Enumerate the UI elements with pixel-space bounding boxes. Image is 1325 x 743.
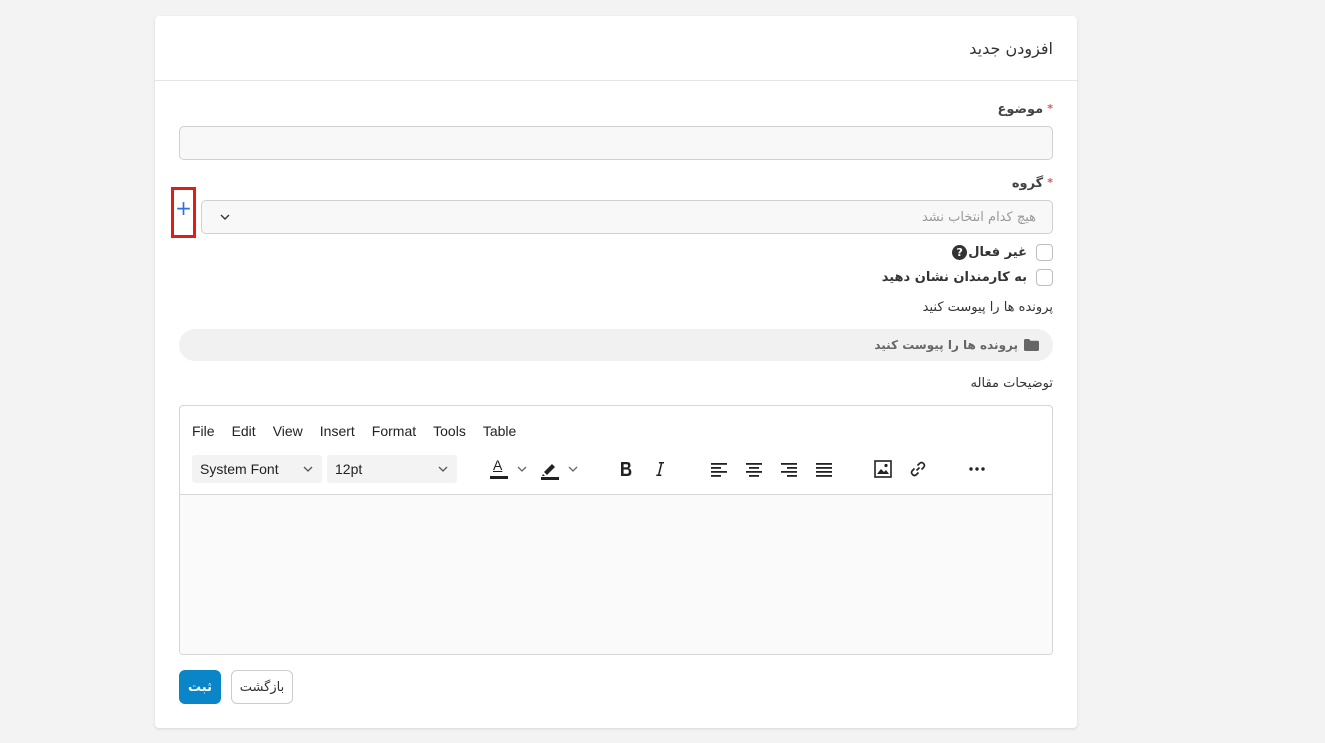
inactive-label: غیر فعال (968, 245, 1027, 260)
back-button[interactable]: بازگشت (231, 670, 293, 704)
attachments-label: پرونده ها را پیوست کنید (922, 300, 1053, 315)
attach-files-button[interactable]: پرونده ها را پیوست کنید (179, 329, 1053, 361)
chevron-down-icon (220, 214, 230, 220)
chevron-down-icon (568, 466, 578, 472)
menu-tools[interactable]: Tools (433, 423, 466, 439)
plus-icon: + (175, 196, 192, 220)
text-color-button[interactable]: A (487, 455, 511, 483)
italic-icon (656, 462, 664, 476)
subject-input[interactable] (179, 126, 1053, 160)
bold-icon (621, 462, 632, 476)
align-right-icon (781, 463, 797, 477)
align-left-icon (711, 463, 727, 477)
add-group-button[interactable]: + (171, 187, 196, 238)
chevron-down-icon (517, 466, 527, 472)
rich-text-editor: File Edit View Insert Format Tools Table… (179, 405, 1053, 655)
group-select[interactable]: هیچ کدام انتخاب نشد (201, 200, 1053, 234)
menu-view[interactable]: View (273, 423, 303, 439)
font-size-select[interactable]: 12pt (327, 455, 457, 483)
folder-icon (1024, 339, 1039, 351)
page-title: افزودن جدید (969, 38, 1053, 58)
highlight-button[interactable] (538, 455, 562, 483)
show-to-staff-checkbox[interactable] (1036, 269, 1053, 286)
chevron-down-icon (438, 466, 448, 472)
show-to-staff-checkbox-row[interactable]: به کارمندان نشان دهید (882, 269, 1053, 286)
align-center-button[interactable] (742, 455, 766, 483)
show-to-staff-label: به کارمندان نشان دهید (881, 270, 1027, 285)
align-center-icon (746, 463, 762, 477)
link-icon (910, 461, 926, 477)
subject-label: *موضوع (997, 102, 1053, 117)
more-icon (969, 467, 985, 471)
inactive-checkbox-row[interactable]: غیر فعال ? (952, 244, 1053, 261)
text-color-letter: A (493, 457, 503, 473)
text-color-dropdown[interactable] (515, 455, 529, 483)
group-label-text: گروه (1011, 176, 1044, 191)
align-justify-icon (816, 463, 832, 477)
editor-menubar: File Edit View Insert Format Tools Table (180, 416, 1052, 446)
menu-format[interactable]: Format (372, 423, 416, 439)
description-label: توضیحات مقاله (970, 376, 1053, 391)
subject-label-text: موضوع (997, 102, 1044, 117)
editor-toolbar: System Font 12pt A (180, 446, 1052, 492)
required-mark: * (1047, 176, 1053, 189)
inactive-checkbox[interactable] (1036, 244, 1053, 261)
editor-content-area[interactable] (180, 494, 1052, 654)
menu-insert[interactable]: Insert (320, 423, 355, 439)
highlighter-icon (541, 464, 559, 480)
attach-files-label: پرونده ها را پیوست کنید (874, 338, 1018, 352)
italic-button[interactable] (648, 455, 672, 483)
group-select-placeholder: هیچ کدام انتخاب نشد (921, 209, 1036, 225)
insert-link-button[interactable] (906, 455, 930, 483)
insert-image-button[interactable] (871, 455, 895, 483)
menu-edit[interactable]: Edit (232, 423, 256, 439)
font-family-value: System Font (200, 461, 279, 477)
bold-button[interactable] (614, 455, 638, 483)
required-mark: * (1047, 102, 1053, 115)
card-header: افزودن جدید (155, 16, 1077, 81)
font-family-select[interactable]: System Font (192, 455, 322, 483)
align-justify-button[interactable] (812, 455, 836, 483)
align-left-button[interactable] (707, 455, 731, 483)
more-options-button[interactable] (965, 455, 989, 483)
group-label: *گروه (1012, 176, 1053, 191)
add-article-card: افزودن جدید *موضوع *گروه + هیچ کدام انتخ… (155, 16, 1077, 728)
align-right-button[interactable] (777, 455, 801, 483)
highlight-dropdown[interactable] (566, 455, 580, 483)
chevron-down-icon (303, 466, 313, 472)
submit-button[interactable]: ثبت (179, 670, 221, 704)
menu-file[interactable]: File (192, 423, 215, 439)
image-icon (874, 460, 892, 478)
menu-table[interactable]: Table (483, 423, 516, 439)
font-size-value: 12pt (335, 461, 363, 477)
help-icon[interactable]: ? (952, 245, 968, 260)
